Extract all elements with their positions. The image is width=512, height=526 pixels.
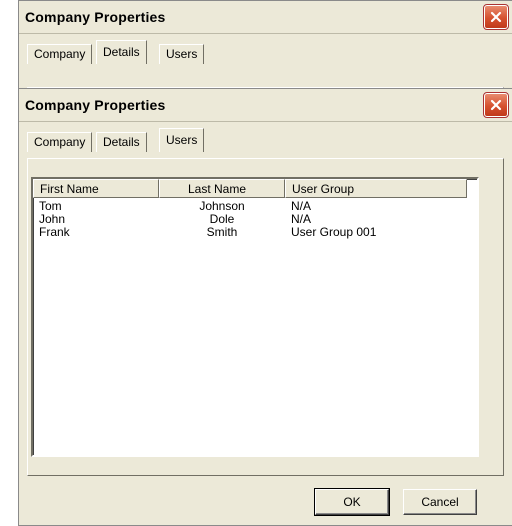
column-header-last-name[interactable]: Last Name: [159, 179, 285, 198]
last-name-cell: Smith: [206, 225, 238, 239]
back-title-divider: [19, 33, 512, 34]
back-dialog-title: Company Properties: [25, 9, 166, 25]
back-close-button[interactable]: [483, 4, 509, 30]
front-dialog: Company Properties Company Details Users…: [18, 88, 512, 526]
front-close-button[interactable]: [483, 92, 509, 118]
user-group-cell: User Group 001: [291, 225, 377, 239]
close-icon: [490, 11, 502, 23]
users-list-view[interactable]: First Name Last Name User Group Tom John…: [31, 177, 479, 457]
column-header-first-name[interactable]: First Name: [33, 179, 159, 198]
front-dialog-title: Company Properties: [25, 97, 166, 113]
tab-details[interactable]: Details: [96, 132, 147, 152]
back-tab-strip: Company Details Users: [27, 40, 512, 64]
first-name-cell: Frank: [39, 225, 70, 239]
tab-company[interactable]: Company: [27, 132, 93, 152]
list-header: First Name Last Name User Group: [33, 179, 477, 198]
back-tab-details[interactable]: Details: [96, 40, 147, 64]
back-titlebar[interactable]: Company Properties: [19, 1, 512, 33]
table-row[interactable]: Frank Smith User Group 001: [33, 226, 477, 239]
close-icon: [490, 99, 502, 111]
tab-users[interactable]: Users: [159, 128, 205, 152]
column-header-user-group[interactable]: User Group: [285, 179, 467, 198]
front-tab-strip: Company Details Users: [27, 128, 512, 152]
front-title-divider: [19, 121, 512, 122]
table-row[interactable]: John Dole N/A: [33, 213, 477, 226]
back-tab-company[interactable]: Company: [27, 44, 93, 64]
front-titlebar[interactable]: Company Properties: [19, 89, 512, 121]
ok-button[interactable]: OK: [314, 488, 390, 516]
table-row[interactable]: Tom Johnson N/A: [33, 200, 477, 213]
back-tab-users[interactable]: Users: [159, 44, 205, 64]
cancel-button[interactable]: Cancel: [403, 489, 477, 515]
